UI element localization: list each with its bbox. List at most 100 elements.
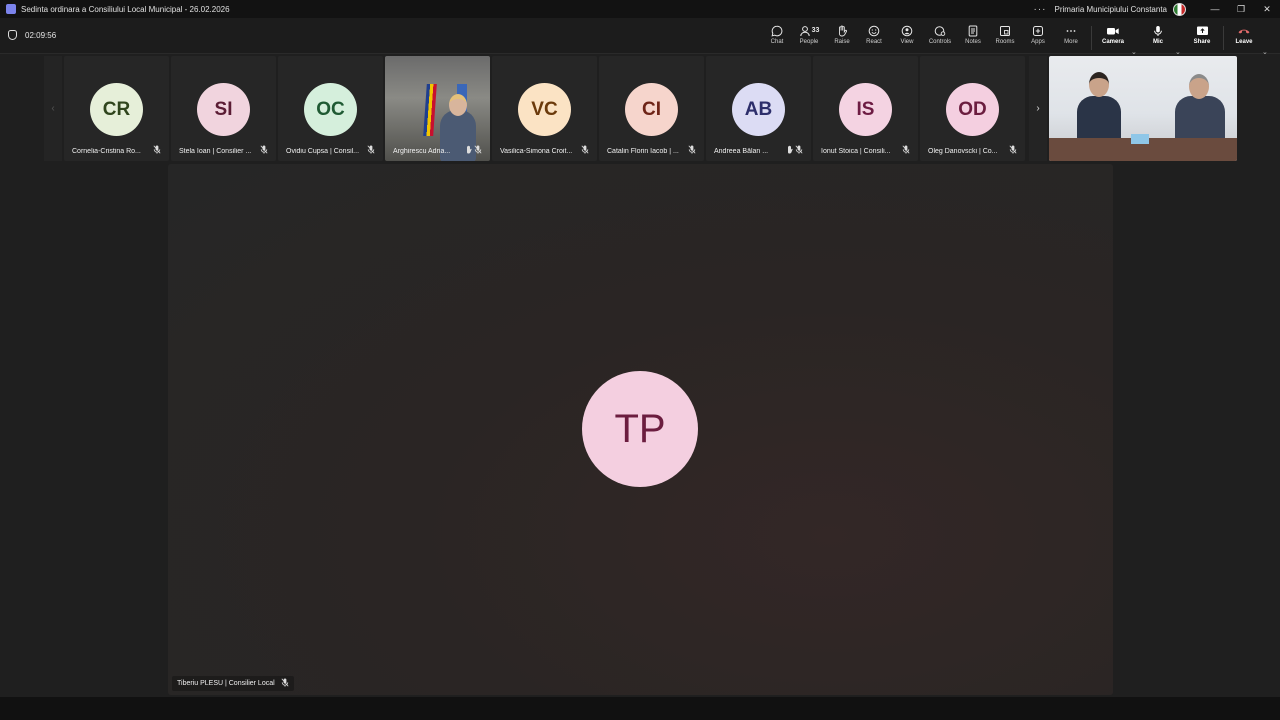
raise-hand-button[interactable]: Raise: [825, 23, 859, 51]
leave-button[interactable]: Leave: [1227, 23, 1261, 51]
participant-avatar: SI: [197, 83, 250, 136]
notes-button[interactable]: Notes: [956, 23, 990, 51]
participant-avatar: OC: [304, 83, 357, 136]
react-button[interactable]: React: [857, 23, 891, 51]
org-name[interactable]: Primaria Municipiului Constanta: [1055, 5, 1168, 14]
camera-chevron-icon[interactable]: ⌄: [1131, 48, 1137, 56]
mic-off-icon: [367, 145, 375, 156]
meeting-toolbar: 02:09:56 Chat 33 People Raise React View: [0, 18, 1280, 56]
chat-button[interactable]: Chat: [760, 23, 794, 51]
people-button[interactable]: 33 People: [792, 23, 826, 51]
apps-label: Apps: [1031, 39, 1045, 45]
view-button[interactable]: View: [890, 23, 924, 51]
mic-off-icon: [260, 145, 268, 156]
participant-avatar: OD: [946, 83, 999, 136]
participant-tile[interactable]: AB Andreea Bălan ...: [706, 56, 811, 161]
camera-icon: [1106, 23, 1120, 38]
room-person-right-head: [1189, 74, 1209, 99]
participant-name: Arghirescu Adria...: [393, 148, 451, 155]
people-icon: 33: [799, 23, 820, 38]
title-bar: Sedinta ordinara a Consiliului Local Mun…: [0, 0, 1280, 18]
participant-video-head: [449, 94, 467, 116]
participant-tile[interactable]: SI Stela Ioan | Consilier ...: [171, 56, 276, 161]
controls-button[interactable]: Controls: [923, 23, 957, 51]
participant-tile[interactable]: OC Ovidiu Cupsa | Consil...: [278, 56, 383, 161]
romanian-flag: [423, 84, 437, 136]
participant-tile[interactable]: CI Catalin Florin Iacob | ...: [599, 56, 704, 161]
hand-icon: [836, 23, 848, 38]
hand-icon: [465, 145, 473, 156]
participant-tile[interactable]: IS Ionut Stoica | Consili...: [813, 56, 918, 161]
leave-chevron-icon[interactable]: ⌄: [1262, 48, 1268, 56]
mic-button[interactable]: Mic: [1141, 23, 1175, 51]
close-button[interactable]: ✕: [1254, 4, 1280, 15]
room-desk-box: [1131, 134, 1149, 144]
main-stage[interactable]: TP Tiberiu PLESU | Consilier Local: [168, 164, 1113, 695]
mic-off-icon: [688, 145, 696, 156]
participant-tile[interactable]: CR Cornelia-Cristina Ro...: [64, 56, 169, 161]
rooms-icon: [999, 23, 1011, 38]
participant-tile[interactable]: VC Vasilica-Simona Croit...: [492, 56, 597, 161]
participant-name: Ionut Stoica | Consili...: [821, 148, 891, 155]
participant-name: Vasilica-Simona Croit...: [500, 148, 573, 155]
chevron-left-icon: ‹: [51, 103, 55, 114]
apps-icon: [1032, 23, 1044, 38]
teams-app-icon: [6, 4, 16, 14]
camera-label: Camera: [1101, 39, 1124, 45]
minimize-button[interactable]: —: [1202, 4, 1228, 14]
participant-tile[interactable]: OD Oleg Danovscki | Co...: [920, 56, 1025, 161]
room-video-tile[interactable]: [1049, 56, 1237, 161]
elapsed-time: 02:09:56: [25, 30, 57, 40]
room-person-left-head: [1089, 72, 1109, 97]
camera-button[interactable]: Camera: [1096, 23, 1130, 51]
mic-off-icon: [153, 145, 161, 156]
toolbar-divider: [1091, 26, 1092, 50]
mic-off-icon: [1009, 145, 1017, 156]
hand-icon: [786, 145, 794, 156]
toolbar-divider-2: [1223, 26, 1224, 50]
previous-participants-button[interactable]: ‹: [44, 56, 62, 161]
apps-button[interactable]: Apps: [1021, 23, 1055, 51]
participant-name: Catalin Florin Iacob | ...: [607, 148, 679, 155]
rooms-label: Rooms: [995, 39, 1015, 45]
room-person-right: [1175, 96, 1225, 144]
more-label: More: [1064, 39, 1078, 45]
react-label: React: [866, 39, 882, 45]
restore-button[interactable]: ❐: [1228, 4, 1254, 15]
controls-label: Controls: [928, 39, 952, 45]
next-participants-button[interactable]: ›: [1029, 56, 1047, 161]
chevron-right-icon: ›: [1036, 103, 1040, 114]
meeting-timer: 02:09:56: [8, 30, 56, 40]
chat-label: Chat: [770, 39, 784, 45]
more-options-icon[interactable]: ···: [1034, 4, 1047, 15]
mic-off-icon: [795, 145, 803, 156]
rooms-button[interactable]: Rooms: [988, 23, 1022, 51]
mic-off-icon: [902, 145, 910, 156]
notes-icon: [967, 23, 979, 38]
org-avatar[interactable]: [1173, 2, 1186, 16]
share-icon: [1196, 23, 1209, 38]
hang-up-icon: [1237, 23, 1251, 38]
leave-label: Leave: [1235, 39, 1253, 45]
window-title: Sedinta ordinara a Consiliului Local Mun…: [21, 4, 230, 14]
participant-name: Stela Ioan | Consilier ...: [179, 148, 252, 155]
more-button[interactable]: More: [1054, 23, 1088, 51]
bottom-bar: [0, 697, 1280, 720]
participant-avatar: AB: [732, 83, 785, 136]
more-icon: [1065, 23, 1077, 38]
shield-icon: [8, 30, 17, 40]
participant-avatar: CR: [90, 83, 143, 136]
mic-off-icon: [474, 145, 482, 156]
share-button[interactable]: Share: [1185, 23, 1219, 51]
participant-name: Andreea Bălan ...: [714, 148, 769, 155]
participant-video-tile[interactable]: Arghirescu Adria...: [385, 56, 490, 161]
mic-chevron-icon[interactable]: ⌄: [1175, 48, 1181, 56]
main-speaker-name: Tiberiu PLESU | Consilier Local: [177, 680, 275, 687]
view-label: View: [900, 39, 914, 45]
notes-label: Notes: [965, 39, 981, 45]
participant-name: Ovidiu Cupsa | Consil...: [286, 148, 360, 155]
people-count: 33: [811, 27, 820, 34]
view-icon: [901, 23, 913, 38]
mic-off-icon: [281, 678, 289, 689]
title-bar-right: ··· Primaria Municipiului Constanta — ❐ …: [1034, 0, 1280, 18]
